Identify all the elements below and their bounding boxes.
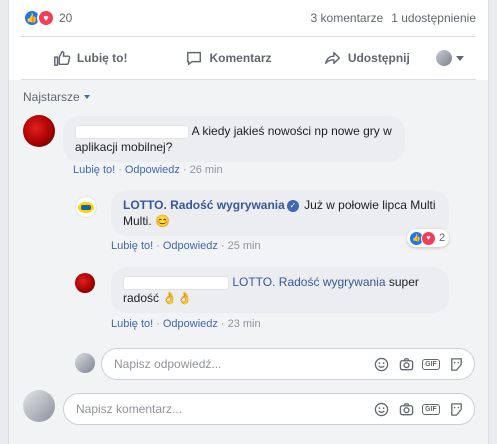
sticker-icon[interactable] — [448, 401, 464, 417]
camera-icon[interactable] — [398, 401, 414, 417]
gif-icon[interactable]: GIF — [422, 401, 440, 417]
share-count-link[interactable]: 1 udostępnienie — [391, 11, 476, 25]
heart-reaction-icon: ♥ — [421, 230, 436, 246]
mentioned-page-link[interactable]: LOTTO. Radość wygrywania — [232, 275, 385, 289]
thumbs-up-icon — [53, 50, 71, 66]
chevron-down-icon — [455, 55, 464, 61]
reply-like-link[interactable]: Lubię to! — [111, 240, 153, 252]
reply-timestamp[interactable]: 23 min — [228, 318, 261, 330]
commenter-avatar[interactable] — [75, 273, 95, 293]
like-button[interactable]: Lubię to! — [21, 42, 159, 74]
sort-comments-dropdown[interactable]: Najstarsze — [23, 90, 90, 104]
comment-button[interactable]: Komentarz — [159, 42, 297, 74]
redacted-author-name[interactable] — [75, 124, 189, 139]
post-actions-bar: Lubię to! Komentarz Udostępnij — [21, 36, 476, 80]
sticker-icon[interactable] — [448, 356, 464, 372]
reply-reply-link[interactable]: Odpowiedz — [163, 240, 218, 252]
verified-badge-icon: ✓ — [286, 199, 299, 212]
reply-like-link[interactable]: Lubię to! — [111, 318, 153, 330]
lotto-page-avatar[interactable] — [75, 196, 97, 218]
reply-author-name[interactable]: LOTTO. Radość wygrywania — [123, 198, 285, 212]
comment-bubble-icon — [187, 51, 202, 66]
emoji-icon[interactable] — [373, 401, 389, 417]
comment-input[interactable]: Napisz komentarz... GIF — [63, 393, 475, 425]
like-button-label: Lubię to! — [76, 51, 128, 65]
reply-timestamp[interactable]: 25 min — [228, 240, 261, 252]
comment-meta: Lubię to! · Odpowiedz · 26 min — [73, 164, 223, 176]
reaction-count[interactable]: 20 — [59, 11, 72, 25]
reply-bubble: LOTTO. Radość wygrywania super radość 👌👌 — [111, 267, 449, 313]
reply-reaction-count: 2 — [439, 232, 446, 244]
share-button-label: Udostępnij — [347, 51, 410, 65]
reply-bubble: LOTTO. Radość wygrywania ✓ Już w połowie … — [111, 190, 449, 236]
comment-input-placeholder: Napisz komentarz... — [76, 402, 183, 416]
post-stats-bar: 👍 ♥ 20 3 komentarze 1 udostępnienie — [9, 0, 488, 36]
emoji-icon[interactable] — [373, 356, 389, 372]
share-button[interactable]: Udostępnij — [298, 42, 436, 74]
post-card: 👍 ♥ 20 3 komentarze 1 udostępnienie Lubi… — [8, 0, 489, 444]
commenter-avatar[interactable] — [23, 115, 55, 147]
comment-like-link[interactable]: Lubię to! — [73, 164, 115, 176]
user-avatar — [75, 353, 95, 373]
reply-reply-link[interactable]: Odpowiedz — [163, 318, 218, 330]
comment-reply-link[interactable]: Odpowiedz — [125, 164, 180, 176]
camera-icon[interactable] — [398, 356, 414, 372]
reply-reactions-badge[interactable]: 👍 ♥ 2 — [407, 229, 450, 247]
comment-bubble: A kiedy jakieś nowości np nowe gry w apl… — [63, 116, 405, 162]
user-avatar — [23, 390, 55, 422]
reply-meta: Lubię to! · Odpowiedz · 25 min — [111, 240, 261, 252]
redacted-author-name[interactable] — [123, 275, 229, 290]
sort-label: Najstarsze — [23, 90, 80, 104]
gif-icon[interactable]: GIF — [422, 356, 440, 372]
reply-input-placeholder: Napisz odpowiedź... — [114, 357, 222, 371]
post-as-selector[interactable] — [435, 50, 476, 66]
lotto-logo-icon — [78, 201, 94, 213]
share-arrow-icon — [324, 51, 340, 65]
reaction-icons[interactable]: 👍 ♥ — [23, 9, 55, 27]
reply-input[interactable]: Napisz odpowiedź... GIF — [101, 348, 475, 380]
comments-section: Najstarsze A kiedy jakieś nowości np now… — [9, 80, 488, 444]
comment-count-link[interactable]: 3 komentarze — [311, 11, 384, 25]
heart-reaction-icon: ♥ — [37, 9, 55, 27]
chevron-down-icon — [83, 95, 90, 99]
comment-timestamp[interactable]: 26 min — [190, 164, 223, 176]
reply-meta: Lubię to! · Odpowiedz · 23 min — [111, 318, 261, 330]
comment-button-label: Komentarz — [209, 51, 272, 65]
user-avatar — [435, 50, 452, 66]
